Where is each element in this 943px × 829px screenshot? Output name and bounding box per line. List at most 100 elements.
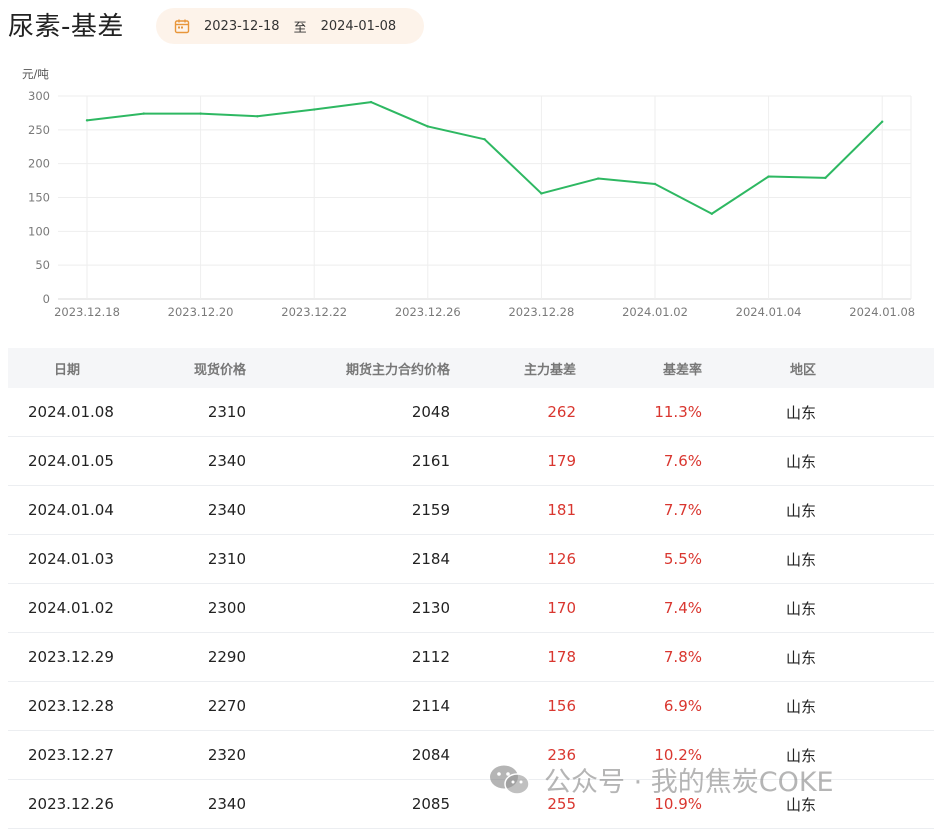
cell-basis: 181: [547, 501, 576, 519]
header-futures-price: 期货主力合约价格: [345, 362, 450, 378]
cell-region: 山东: [785, 599, 816, 618]
table-row: 2024.01.03 2310 2184 126 5.5% 山东: [8, 535, 934, 584]
cell-region: 山东: [785, 403, 816, 422]
cell-spot-price: 2270: [207, 697, 246, 715]
cell-basis-rate: 5.5%: [663, 550, 702, 568]
cell-region: 山东: [785, 697, 816, 716]
series-line: [86, 101, 883, 215]
cell-futures-price: 2159: [411, 501, 450, 519]
cell-futures-price: 2161: [411, 452, 450, 470]
cell-futures-price: 2084: [411, 746, 450, 764]
cell-spot-price: 2310: [207, 550, 246, 568]
basis-line-chart: 元/吨 0 50 100 150 200 250 300 2023.12.18 2023.12.…: [22, 67, 915, 319]
cell-spot-price: 2300: [207, 599, 246, 617]
cell-futures-price: 2114: [411, 697, 450, 715]
date-separator: 至: [293, 20, 307, 36]
table-row: 2023.12.28 2270 2114 156 6.9% 山东: [8, 682, 934, 731]
cell-region: 山东: [785, 550, 816, 569]
data-point: [540, 192, 543, 195]
cell-spot-price: 2340: [207, 501, 246, 519]
cell-date: 2023.12.26: [28, 795, 114, 813]
data-point: [85, 119, 89, 122]
cell-date: 2023.12.28: [28, 697, 114, 715]
cell-date: 2024.01.08: [28, 403, 114, 421]
cell-region: 山东: [785, 648, 816, 667]
cell-basis-rate: 7.4%: [663, 599, 702, 617]
header-basis: 主力基差: [523, 362, 576, 378]
cell-basis-rate: 7.7%: [663, 501, 702, 519]
page-title: 尿素-基差: [8, 12, 124, 42]
y-tick-label: 250: [28, 123, 50, 137]
data-point: [881, 120, 884, 123]
data-point: [313, 108, 316, 111]
cell-basis-rate: 11.3%: [654, 403, 702, 421]
cell-spot-price: 2320: [207, 746, 246, 764]
table-row: 2024.01.05 2340 2161 179 7.6% 山东: [8, 437, 934, 486]
cell-date: 2023.12.27: [28, 746, 114, 764]
x-tick-label: 2024.01.04: [736, 305, 802, 319]
cell-spot-price: 2290: [207, 648, 246, 666]
x-tick-label: 2024.01.02: [622, 305, 688, 319]
cell-basis: 179: [547, 452, 576, 470]
header-region: 地区: [789, 362, 816, 378]
data-point: [597, 177, 600, 180]
data-point: [710, 212, 713, 215]
data-point: [483, 138, 486, 141]
cell-region: 山东: [785, 501, 816, 520]
cell-date: 2024.01.05: [28, 452, 114, 470]
cell-futures-price: 2085: [411, 795, 450, 813]
cell-futures-price: 2048: [411, 403, 450, 421]
cell-basis: 126: [547, 550, 576, 568]
basis-table: 日期 现货价格 期货主力合约价格 主力基差 基差率 地区 2024.01.08 2…: [8, 348, 934, 829]
data-point: [369, 100, 373, 104]
cell-date: 2023.12.29: [28, 648, 114, 666]
table-row: 2023.12.29 2290 2112 178 7.8% 山东: [8, 633, 934, 682]
table-row: 2024.01.08 2310 2048 262 11.3% 山东: [8, 388, 934, 437]
cell-basis-rate: 7.6%: [663, 452, 702, 470]
cell-futures-price: 2130: [411, 599, 450, 617]
y-tick-label: 150: [28, 191, 50, 205]
x-tick-label: 2023.12.28: [508, 305, 574, 319]
date-range-picker[interactable]: 2023-12-18 至 2024-01-08: [156, 8, 424, 44]
table-header: 日期 现货价格 期货主力合约价格 主力基差 基差率 地区: [8, 348, 934, 388]
cell-basis: 262: [547, 403, 576, 421]
start-date[interactable]: 2023-12-18: [204, 19, 280, 34]
cell-spot-price: 2310: [207, 403, 246, 421]
cell-futures-price: 2112: [411, 648, 450, 666]
y-axis-unit: 元/吨: [22, 67, 49, 81]
table-row: 2024.01.04 2340 2159 181 7.7% 山东: [8, 486, 934, 535]
header-date: 日期: [54, 362, 81, 378]
y-tick-label: 50: [35, 258, 50, 272]
x-tick-label: 2024.01.08: [849, 305, 915, 319]
table-row: 2024.01.02 2300 2130 170 7.4% 山东: [8, 584, 934, 633]
cell-date: 2024.01.04: [28, 501, 114, 519]
calendar-icon: [174, 19, 190, 34]
data-point: [426, 125, 429, 128]
cell-basis-rate: 7.8%: [663, 648, 702, 666]
x-tick-label: 2023.12.20: [168, 305, 234, 319]
watermark-text: 公众号 · 我的焦炭COKE: [544, 767, 834, 798]
data-point: [142, 112, 145, 115]
cell-basis: 170: [547, 599, 576, 617]
header-spot-price: 现货价格: [193, 362, 246, 378]
cell-futures-price: 2184: [411, 550, 450, 568]
cell-basis-rate: 6.9%: [663, 697, 702, 715]
y-tick-label: 0: [43, 292, 50, 306]
cell-date: 2024.01.02: [28, 599, 114, 617]
end-date[interactable]: 2024-01-08: [321, 19, 397, 34]
data-point: [824, 176, 827, 180]
cell-date: 2024.01.03: [28, 550, 114, 568]
cell-spot-price: 2340: [207, 795, 246, 813]
data-point: [199, 112, 202, 115]
watermark: 公众号 · 我的焦炭COKE: [488, 760, 834, 799]
cell-basis: 156: [547, 697, 576, 715]
y-tick-label: 200: [28, 157, 50, 171]
x-tick-label: 2023.12.22: [281, 305, 347, 319]
data-point: [653, 182, 657, 186]
x-tick-label: 2023.12.18: [54, 305, 120, 319]
cell-region: 山东: [785, 452, 816, 471]
data-point: [256, 115, 259, 118]
cell-spot-price: 2340: [207, 452, 246, 470]
y-tick-label: 300: [28, 89, 50, 103]
wechat-icon: [490, 765, 530, 795]
